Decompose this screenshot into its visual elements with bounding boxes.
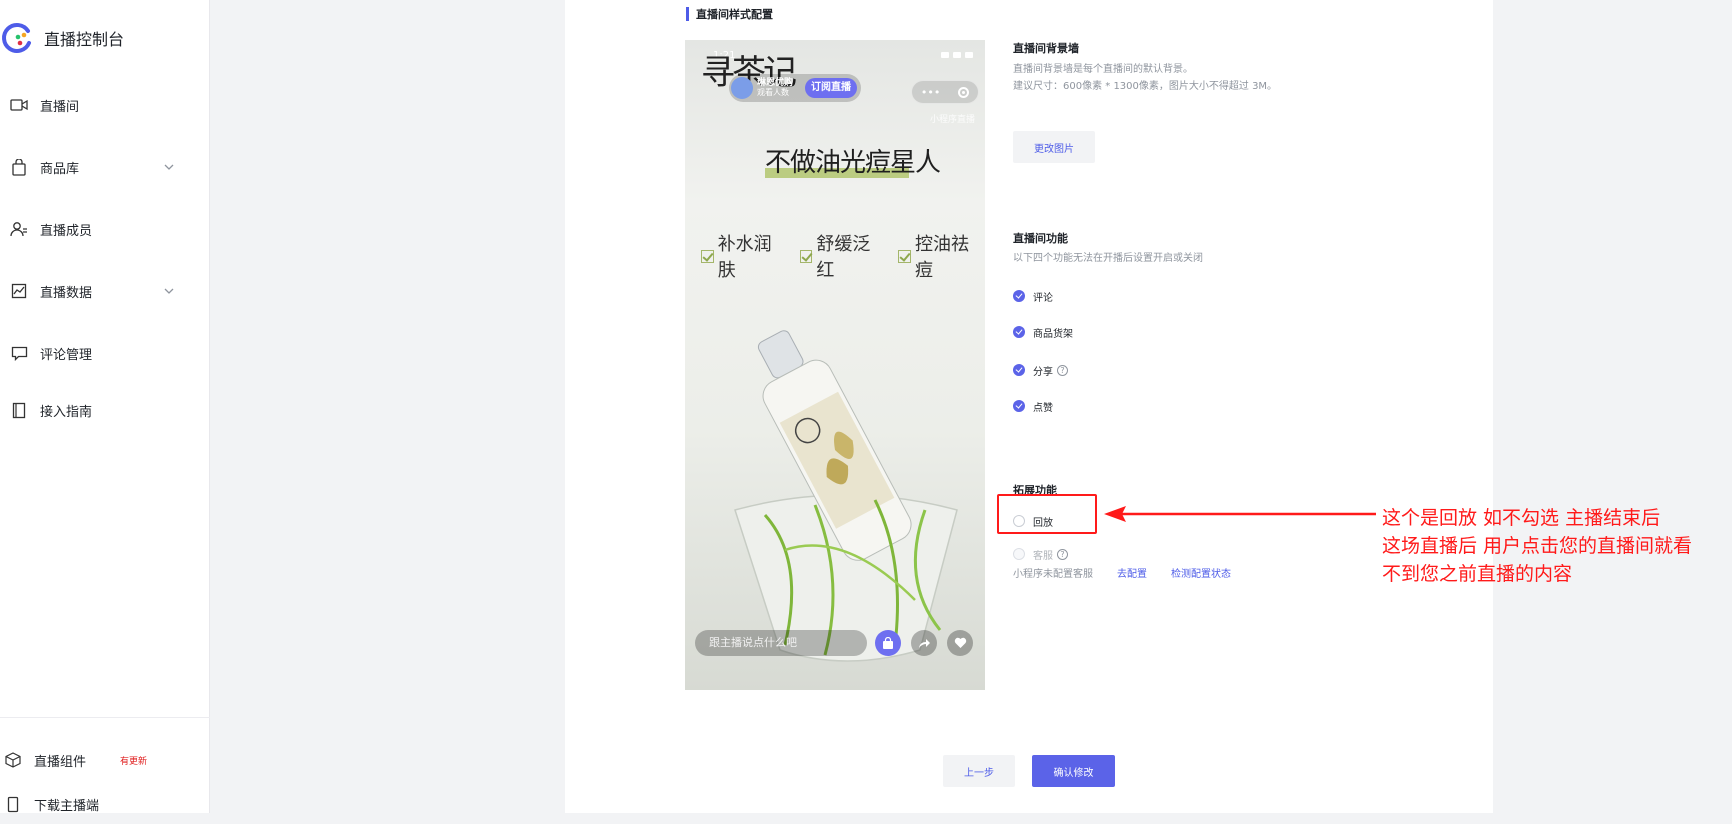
checkbox-checked-icon[interactable] [1013, 290, 1025, 302]
confirm-button[interactable]: 确认修改 [1032, 755, 1115, 787]
sidebar-item-product-library[interactable]: 商品库 [0, 147, 210, 187]
annotation-arrow [1104, 506, 1376, 522]
config-card: 直播间样式配置 1:21 寻茶记 琳恩优购 观看人数 订阅直播 ••• 小程序直… [565, 0, 1493, 813]
go-config-link[interactable]: 去配置 [1117, 565, 1147, 580]
sidebar-item-label: 直播数据 [40, 285, 93, 301]
subscribe-button[interactable]: 订阅直播 [805, 78, 857, 98]
comment-icon [10, 344, 28, 362]
close-circle-icon[interactable] [958, 86, 970, 98]
checkbox-label: 商品货架 [1033, 328, 1073, 340]
annotation-highlight-box [997, 494, 1097, 534]
sidebar-item-access-guide[interactable]: 接入指南 [0, 390, 210, 430]
sidebar-divider [0, 717, 210, 718]
sidebar-item-label: 直播组件 [34, 754, 87, 770]
sidebar-item-label: 评论管理 [40, 347, 93, 363]
poster-feature: 舒缓泛红 [799, 230, 887, 282]
sidebar-item-live-room[interactable]: 直播间 [0, 85, 210, 125]
update-badge: 有更新 [120, 756, 148, 767]
feature-share-checkbox[interactable]: 分享 ? [1013, 362, 1068, 378]
more-icon[interactable]: ••• [921, 86, 940, 99]
section-title-text: 直播间样式配置 [696, 8, 773, 21]
sidebar-item-label: 下载主播端 [34, 798, 100, 814]
checkbox-checked-icon[interactable] [1013, 326, 1025, 338]
poster-headline: 不做油光痘星人 [765, 148, 941, 178]
checkbox-checked-icon[interactable] [1013, 364, 1025, 376]
annotation-line: 这个是回放 如不勾选 主播结束后 [1382, 507, 1661, 529]
phone-icon [4, 795, 22, 813]
console-title: 直播控制台 [44, 30, 125, 49]
checkbox-label: 客服 [1033, 550, 1053, 562]
product-image [734, 330, 958, 662]
checkbox-checked-icon[interactable] [1013, 400, 1025, 412]
miniprogram-live-label: 小程序直播 [929, 115, 975, 125]
customer-service-note: 小程序未配置客服 去配置 检测配置状态 [1013, 565, 1231, 580]
poster-features: 补水润肤 舒缓泛红 控油祛痘 [701, 230, 985, 282]
chevron-down-icon[interactable] [162, 284, 176, 298]
sidebar-item-label: 商品库 [40, 161, 80, 177]
poster-feature: 补水润肤 [701, 230, 788, 282]
checkbox-label: 评论 [1033, 292, 1053, 304]
annotation-line: 不到您之前直播的内容 [1382, 563, 1573, 585]
avatar [731, 77, 753, 99]
help-icon[interactable]: ? [1057, 364, 1068, 376]
viewer-count-label: 观看人数 [757, 87, 789, 97]
help-icon[interactable]: ? [1057, 548, 1068, 560]
sidebar-item-comment-management[interactable]: 评论管理 [0, 333, 210, 373]
checkbox-disabled-icon [1013, 548, 1025, 560]
comment-input[interactable]: 跟主播说点什么吧 [695, 630, 867, 656]
sidebar-item-live-component[interactable]: 直播组件 有更新 [0, 740, 210, 780]
checkbox-label: 分享 [1033, 366, 1053, 378]
logo-icon [2, 23, 31, 53]
background-title: 直播间背景墙 [1013, 42, 1079, 55]
sidebar-item-label: 接入指南 [40, 404, 93, 420]
section-title-bar [686, 7, 689, 21]
poster-feature: 控油祛痘 [898, 230, 985, 282]
sidebar-item-live-members[interactable]: 直播成员 [0, 209, 210, 249]
shopping-bag-icon [10, 158, 28, 176]
sidebar-item-download-host[interactable]: 下载主播端 [0, 784, 210, 824]
section-title: 直播间样式配置 [686, 6, 773, 22]
brand: 直播控制台 [0, 18, 124, 58]
check-icon [799, 249, 813, 263]
sidebar: 直播控制台 直播间 商品库 直播成员 直播数据 评论管理 接入指南 直播组件 有… [0, 0, 210, 814]
service-note-text: 小程序未配置客服 [1013, 569, 1093, 580]
change-image-button[interactable]: 更改图片 [1013, 131, 1095, 163]
features-title: 直播间功能 [1013, 232, 1068, 245]
annotation-text: 这个是回放 如不勾选 主播结束后 这场直播后 用户点击您的直播间就看 不到您之前… [1382, 504, 1692, 588]
live-room-preview: 1:21 寻茶记 琳恩优购 观看人数 订阅直播 ••• 小程序直播 不做油光痘星… [685, 40, 985, 690]
book-icon [10, 401, 28, 419]
customer-service-checkbox: 客服 ? [1013, 546, 1068, 562]
prev-step-button[interactable]: 上一步 [943, 755, 1015, 787]
anchor-info-pill[interactable]: 琳恩优购 观看人数 订阅直播 [729, 74, 861, 102]
sidebar-item-label: 直播成员 [40, 223, 93, 239]
background-size-hint: 建议尺寸：600像素 * 1300像素，图片大小不得超过 3M。 [1013, 81, 1278, 92]
features-desc: 以下四个功能无法在开播后设置开启或关闭 [1013, 253, 1203, 264]
share-icon[interactable] [911, 630, 937, 656]
sidebar-item-live-data[interactable]: 直播数据 [0, 271, 210, 311]
miniprogram-capsule[interactable]: ••• [911, 80, 979, 104]
check-icon [701, 249, 714, 263]
feature-like-checkbox[interactable]: 点赞 [1013, 398, 1053, 414]
feature-shelf-checkbox[interactable]: 商品货架 [1013, 324, 1073, 340]
chart-icon [10, 282, 28, 300]
check-icon [898, 249, 912, 263]
sidebar-item-label: 直播间 [40, 99, 80, 115]
annotation-line: 这场直播后 用户点击您的直播间就看 [1382, 535, 1693, 557]
chevron-down-icon[interactable] [162, 160, 176, 174]
shopping-bag-icon[interactable] [875, 630, 901, 656]
video-camera-icon [10, 96, 28, 114]
status-icons [941, 52, 973, 58]
user-icon [10, 220, 28, 238]
cube-icon [4, 751, 22, 769]
checkbox-label: 点赞 [1033, 402, 1053, 414]
feature-comment-checkbox[interactable]: 评论 [1013, 288, 1053, 304]
like-heart-icon[interactable] [947, 630, 973, 656]
check-status-link[interactable]: 检测配置状态 [1171, 565, 1231, 580]
background-desc: 直播间背景墙是每个直播间的默认背景。 [1013, 64, 1193, 75]
